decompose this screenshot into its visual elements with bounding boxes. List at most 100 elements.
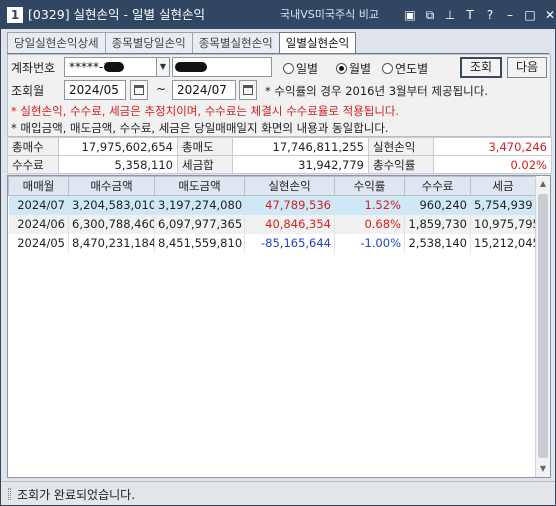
radio-monthly-label: 월별 — [349, 62, 372, 76]
tax-value: 31,942,779 — [232, 155, 369, 174]
radio-yearly-dot — [382, 63, 393, 74]
radio-yearly-label: 연도별 — [395, 62, 429, 76]
col-buy-amount[interactable]: 매수금액 — [68, 176, 155, 196]
radio-monthly-dot — [336, 63, 347, 74]
account-label: 계좌번호 — [11, 61, 56, 75]
summary-row: 총매수 17,975,602,654 총매도 17,746,811,255 실현… — [7, 137, 552, 156]
fee-label: 수수료 — [7, 155, 59, 174]
rate-note: * 수익률의 경우 2016년 3월부터 제공됩니다. — [265, 84, 488, 98]
col-fee[interactable]: 수수료 — [404, 176, 471, 196]
table-row[interactable]: 2024/07 3,204,583,010 3,197,274,080 47,7… — [8, 195, 536, 215]
total-return-value: 0.02% — [433, 155, 552, 174]
search-panel: 계좌번호 *****-* ▼ 일별 월별 연도별 조회 다음 조회월 2024/… — [7, 54, 551, 137]
cell-fee: 1,859,730 — [404, 214, 471, 234]
account-name-mask — [175, 62, 207, 72]
cell-month: 2024/05 — [8, 233, 69, 253]
cell-buy-amount: 3,204,583,010 — [68, 195, 155, 215]
tab-today-detail[interactable]: 당일실현손익상세 — [7, 32, 106, 53]
summary-grid: 총매수 17,975,602,654 총매도 17,746,811,255 실현… — [7, 137, 552, 174]
to-month-field[interactable]: 2024/07 — [172, 80, 236, 100]
fee-value: 5,358,110 — [58, 155, 178, 174]
tax-label: 세금합 — [177, 155, 233, 174]
radio-daily[interactable]: 일별 — [283, 60, 318, 77]
radio-daily-label: 일별 — [296, 62, 319, 76]
window-title: [0329] 실현손익 - 일별 실현손익 — [28, 7, 205, 22]
account-dropdown-button[interactable]: ▼ — [156, 57, 170, 77]
cell-buy-amount: 6,300,788,460 — [68, 214, 155, 234]
next-button[interactable]: 다음 — [507, 57, 547, 78]
total-buy-value: 17,975,602,654 — [58, 137, 178, 156]
vertical-scrollbar[interactable]: ▲ ▼ — [535, 176, 550, 477]
account-mask — [104, 62, 124, 72]
cell-realized-pl: 40,846,354 — [244, 214, 335, 234]
cell-sell-amount: 8,451,559,810 — [154, 233, 245, 253]
tab-bar: 당일실현손익상세 종목별당일손익 종목별실현손익 일별실현손익 — [7, 32, 357, 54]
window-number-badge: 1 — [7, 7, 23, 23]
radio-monthly[interactable]: 월별 — [336, 60, 371, 77]
close-icon[interactable]: ✕ — [541, 6, 556, 24]
window: 1 [0329] 실현손익 - 일별 실현손익 국내VS미국주식 비교 ▣ ⧉ … — [0, 0, 556, 506]
cell-sell-amount: 3,197,274,080 — [154, 195, 245, 215]
cell-tax: 15,212,045 — [470, 233, 536, 253]
title-bar-icons: ▣ ⧉ ⊥ T ? – □ ✕ — [401, 6, 556, 24]
from-month-field[interactable]: 2024/05 — [64, 80, 126, 100]
pin-icon[interactable]: ⊥ — [441, 6, 459, 24]
cell-fee: 960,240 — [404, 195, 471, 215]
realized-pl-value: 3,470,246 — [433, 137, 552, 156]
total-buy-label: 총매수 — [7, 137, 59, 156]
tab-stock-today[interactable]: 종목별당일손익 — [104, 32, 193, 53]
cell-sell-amount: 6,097,977,365 — [154, 214, 245, 234]
cell-fee: 2,538,140 — [404, 233, 471, 253]
range-separator: ~ — [156, 82, 167, 96]
cell-month: 2024/06 — [8, 214, 69, 234]
help-icon[interactable]: ? — [481, 6, 499, 24]
cell-realized-pl: -85,165,644 — [244, 233, 335, 253]
cell-tax: 5,754,939 — [470, 195, 536, 215]
minimize-icon[interactable]: – — [501, 6, 519, 24]
cell-return-rate: 0.68% — [334, 214, 405, 234]
col-sell-amount[interactable]: 매도금액 — [154, 176, 245, 196]
total-sell-label: 총매도 — [177, 137, 233, 156]
data-source-note: * 매입금액, 매도금액, 수수료, 세금은 당일매매일지 화면의 내용과 동일… — [11, 121, 389, 135]
compare-link[interactable]: 국내VS미국주식 비교 — [280, 7, 379, 23]
window-link-icon[interactable]: ▣ — [401, 6, 419, 24]
status-bar: 조회가 완료되었습니다. — [1, 481, 555, 505]
summary-row: 수수료 5,358,110 세금합 31,942,779 총수익률 0.02% — [7, 155, 552, 174]
scroll-up-icon[interactable]: ▲ — [536, 176, 550, 192]
table-row[interactable]: 2024/06 6,300,788,460 6,097,977,365 40,8… — [8, 214, 536, 234]
to-calendar-icon[interactable] — [239, 80, 257, 100]
radio-yearly[interactable]: 연도별 — [382, 60, 428, 77]
font-size-icon[interactable]: T — [461, 6, 479, 24]
title-bar: 1 [0329] 실현손익 - 일별 실현손익 국내VS미국주식 비교 ▣ ⧉ … — [1, 1, 555, 29]
scroll-down-icon[interactable]: ▼ — [536, 461, 550, 477]
copy-window-icon[interactable]: ⧉ — [421, 6, 439, 24]
total-return-label: 총수익률 — [368, 155, 434, 174]
monthly-table: 매매월 매수금액 매도금액 실현손익 수익률 수수료 세금 2024/07 3,… — [8, 176, 536, 253]
period-label: 조회월 — [11, 84, 45, 98]
status-message: 조회가 완료되었습니다. — [17, 488, 136, 502]
total-sell-value: 17,746,811,255 — [232, 137, 369, 156]
cell-realized-pl: 47,789,536 — [244, 195, 335, 215]
maximize-icon[interactable]: □ — [521, 6, 539, 24]
realized-pl-label: 실현손익 — [368, 137, 434, 156]
scroll-thumb[interactable] — [538, 194, 548, 458]
col-tax[interactable]: 세금 — [470, 176, 536, 196]
radio-daily-dot — [283, 63, 294, 74]
col-return-rate[interactable]: 수익률 — [334, 176, 405, 196]
tab-daily-realized[interactable]: 일별실현손익 — [278, 32, 357, 54]
table-header-row: 매매월 매수금액 매도금액 실현손익 수익률 수수료 세금 — [8, 176, 536, 196]
tab-stock-realized[interactable]: 종목별실현손익 — [191, 32, 280, 53]
monthly-grid: 매매월 매수금액 매도금액 실현손익 수익률 수수료 세금 2024/07 3,… — [7, 175, 551, 478]
query-button[interactable]: 조회 — [460, 57, 502, 78]
from-calendar-icon[interactable] — [130, 80, 148, 100]
cell-buy-amount: 8,470,231,184 — [68, 233, 155, 253]
cell-return-rate: -1.00% — [334, 233, 405, 253]
estimate-warning: * 실현손익, 수수료, 세금은 추정치이며, 수수료는 체결시 수수료율로 적… — [11, 104, 400, 118]
col-realized-pl[interactable]: 실현손익 — [244, 176, 335, 196]
table-row[interactable]: 2024/05 8,470,231,184 8,451,559,810 -85,… — [8, 233, 536, 253]
cell-month: 2024/07 — [8, 195, 69, 215]
col-month[interactable]: 매매월 — [8, 176, 69, 196]
cell-return-rate: 1.52% — [334, 195, 405, 215]
grip-icon — [8, 488, 11, 500]
cell-tax: 10,975,795 — [470, 214, 536, 234]
